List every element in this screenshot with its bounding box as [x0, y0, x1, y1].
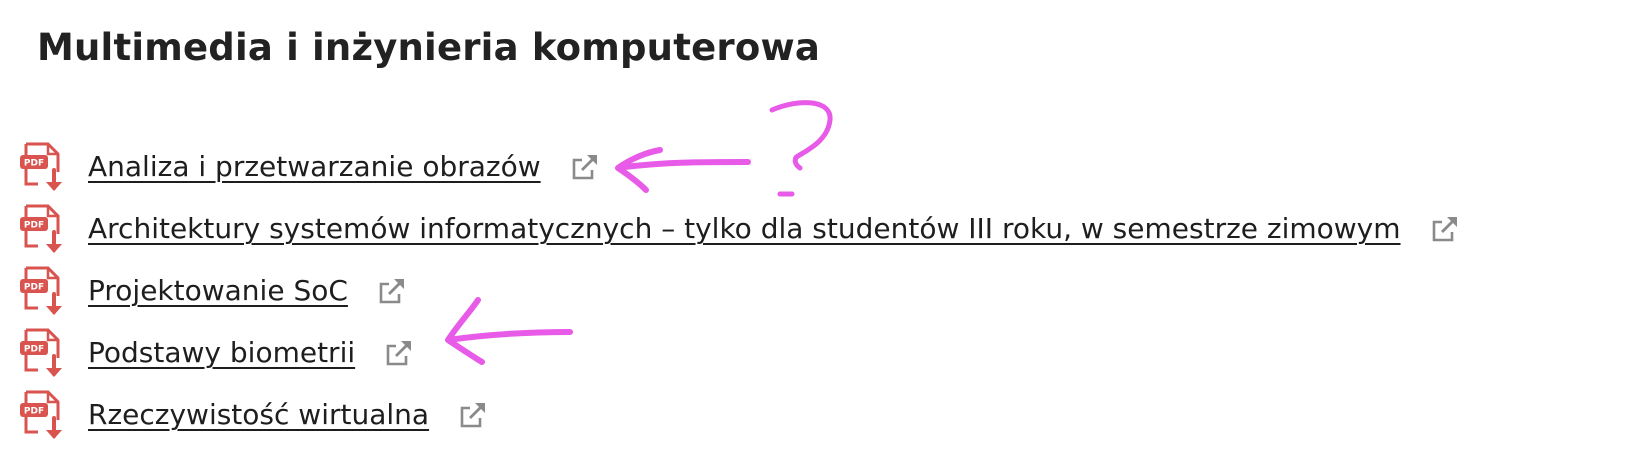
document-link-label: Projektowanie SoC [88, 274, 348, 307]
annotation-question-mark [769, 100, 833, 171]
document-link-podstawy-biometrii[interactable]: Podstawy biometrii [88, 336, 413, 369]
external-link-icon[interactable] [376, 276, 406, 306]
annotation-arrow-1 [615, 147, 751, 193]
external-link-icon[interactable] [1429, 214, 1459, 244]
svg-text:PDF: PDF [24, 221, 44, 231]
document-link-architektury[interactable]: Architektury systemów informatycznych – … [88, 212, 1459, 245]
annotation-arrow-2 [445, 297, 573, 365]
document-link-label: Architektury systemów informatycznych – … [88, 212, 1401, 245]
document-link-rzeczywistosc-wirtualna[interactable]: Rzeczywistość wirtualna [88, 398, 487, 431]
page-title: Multimedia i inżynieria komputerowa [37, 26, 821, 69]
external-link-icon[interactable] [569, 152, 599, 182]
svg-text:PDF: PDF [24, 283, 44, 293]
document-link-analiza[interactable]: Analiza i przetwarzanie obrazów [88, 150, 599, 183]
document-link-label: Rzeczywistość wirtualna [88, 398, 430, 431]
document-link-label: Analiza i przetwarzanie obrazów [88, 150, 541, 183]
svg-text:PDF: PDF [24, 159, 44, 169]
pdf-download-icon[interactable]: PDF [16, 388, 72, 444]
document-link-label: Podstawy biometrii [88, 336, 356, 369]
pdf-download-icon[interactable]: PDF [16, 264, 72, 320]
external-link-icon[interactable] [457, 400, 487, 430]
external-link-icon[interactable] [383, 338, 413, 368]
pdf-download-icon[interactable]: PDF [16, 326, 72, 382]
pdf-download-icon[interactable]: PDF [16, 202, 72, 258]
svg-text:PDF: PDF [24, 345, 44, 355]
svg-text:PDF: PDF [24, 407, 44, 417]
document-link-projektowanie-soc[interactable]: Projektowanie SoC [88, 274, 406, 307]
pdf-download-icon[interactable]: PDF [16, 140, 72, 196]
